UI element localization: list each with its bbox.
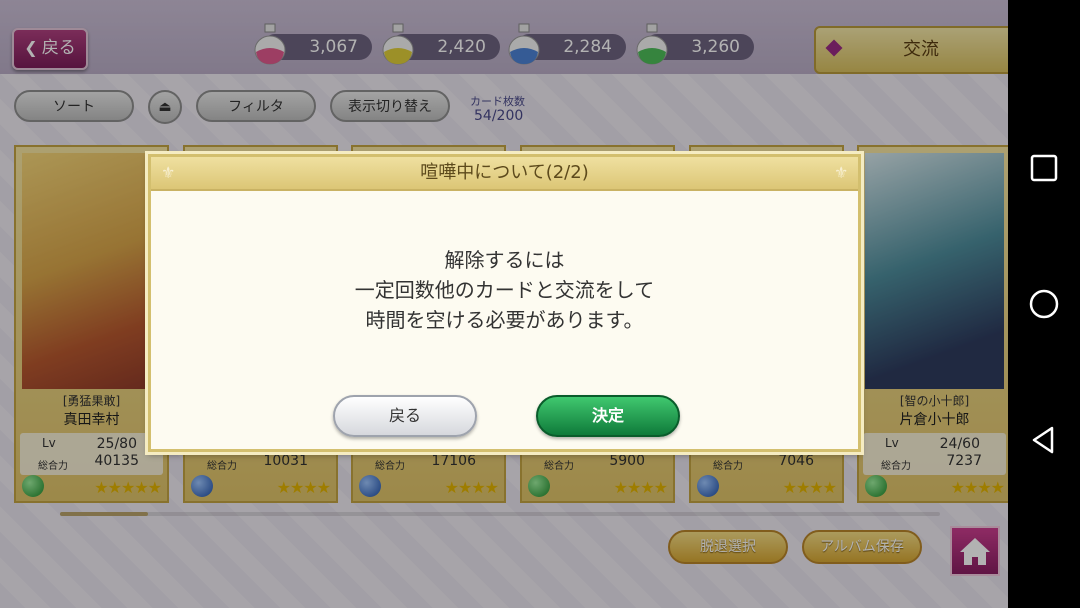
dialog-message: 解除するには 一定回数他のカードと交流をして 時間を空ける必要があります。 — [151, 245, 858, 335]
dialog-message-line: 解除するには — [444, 248, 565, 272]
back-triangle-icon[interactable] — [1028, 424, 1060, 456]
dialog-message-line: 一定回数他のカードと交流をして — [354, 278, 655, 302]
dialog-back-button[interactable]: 戻る — [333, 395, 477, 437]
android-nav-bar — [1008, 0, 1080, 608]
game-screen: ❮ 戻る 3,067 2,420 2,284 3,260 交流 ソート ⏏ フィ… — [0, 0, 1008, 608]
dialog-confirm-label: 決定 — [591, 406, 624, 425]
recent-apps-icon[interactable] — [1028, 152, 1060, 184]
home-circle-icon[interactable] — [1028, 288, 1060, 320]
dialog-title: 喧嘩中について(2/2) — [420, 162, 589, 183]
dialog-title-bar: ⚜ ⚜ 喧嘩中について(2/2) — [151, 157, 858, 191]
dialog-message-line: 時間を空ける必要があります。 — [365, 308, 644, 332]
dialog-back-label: 戻る — [388, 406, 421, 425]
dialog-confirm-button[interactable]: 決定 — [536, 395, 680, 437]
dialog: ⚜ ⚜ 喧嘩中について(2/2) 解除するには 一定回数他のカードと交流をして … — [148, 154, 861, 452]
